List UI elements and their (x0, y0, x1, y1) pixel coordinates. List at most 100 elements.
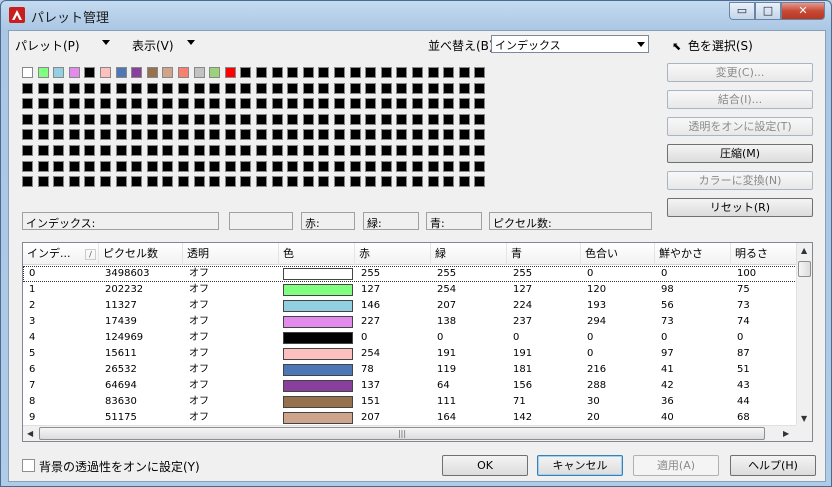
palette-swatch[interactable] (194, 114, 205, 125)
palette-swatch[interactable] (396, 67, 407, 78)
table-row[interactable]: 4 124969 オフ 0 0 0 0 0 0 (23, 330, 797, 346)
palette-swatch[interactable] (209, 98, 220, 109)
palette-swatch[interactable] (256, 161, 267, 172)
palette-swatch[interactable] (131, 145, 142, 156)
transparency-on-button[interactable]: 透明をオンに設定(T) (667, 117, 813, 136)
palette-swatch[interactable] (318, 161, 329, 172)
palette-swatch[interactable] (225, 161, 236, 172)
palette-swatch[interactable] (381, 145, 392, 156)
palette-swatch[interactable] (22, 98, 33, 109)
palette-swatch[interactable] (84, 161, 95, 172)
palette-swatch[interactable] (53, 114, 64, 125)
palette-swatch[interactable] (412, 145, 423, 156)
palette-swatch[interactable] (256, 176, 267, 187)
palette-swatch[interactable] (459, 129, 470, 140)
palette-swatch[interactable] (225, 83, 236, 94)
palette-swatch[interactable] (147, 129, 158, 140)
palette-swatch[interactable] (303, 129, 314, 140)
table-row[interactable]: 7 64694 オフ 137 64 156 288 42 43 (23, 378, 797, 394)
palette-swatch[interactable] (194, 129, 205, 140)
palette-swatch[interactable] (147, 83, 158, 94)
palette-swatch[interactable] (209, 145, 220, 156)
palette-swatch[interactable] (365, 145, 376, 156)
palette-swatch[interactable] (350, 161, 361, 172)
palette-swatch[interactable] (256, 83, 267, 94)
palette-swatch[interactable] (474, 98, 485, 109)
palette-swatch[interactable] (69, 98, 80, 109)
palette-swatch[interactable] (209, 67, 220, 78)
palette-swatch[interactable] (350, 114, 361, 125)
palette-swatch[interactable] (381, 176, 392, 187)
palette-swatch[interactable] (194, 67, 205, 78)
palette-swatch[interactable] (287, 67, 298, 78)
palette-swatch[interactable] (381, 98, 392, 109)
palette-swatch[interactable] (381, 161, 392, 172)
help-button[interactable]: ヘルプ(H) (730, 455, 816, 476)
palette-swatch[interactable] (100, 98, 111, 109)
palette-swatch[interactable] (474, 161, 485, 172)
title-bar[interactable]: パレット管理 ▭ □ ✕ (1, 1, 831, 29)
palette-swatch[interactable] (38, 67, 49, 78)
palette-swatch[interactable] (334, 114, 345, 125)
reset-button[interactable]: リセット(R) (667, 198, 813, 217)
palette-swatch[interactable] (396, 176, 407, 187)
col-header-red[interactable]: 赤 (355, 243, 431, 265)
scroll-thumb[interactable] (798, 261, 811, 277)
palette-swatch[interactable] (225, 67, 236, 78)
chevron-down-icon[interactable] (187, 40, 195, 45)
palette-swatch[interactable] (147, 98, 158, 109)
palette-swatch[interactable] (303, 114, 314, 125)
palette-swatch[interactable] (178, 67, 189, 78)
palette-swatch[interactable] (428, 129, 439, 140)
palette-swatch[interactable] (443, 67, 454, 78)
palette-swatch[interactable] (428, 67, 439, 78)
palette-swatch[interactable] (412, 114, 423, 125)
palette-swatch[interactable] (209, 161, 220, 172)
palette-swatch[interactable] (53, 98, 64, 109)
table-row[interactable]: 6 26532 オフ 78 119 181 216 41 51 (23, 362, 797, 378)
close-button[interactable]: ✕ (781, 2, 825, 20)
palette-swatch[interactable] (178, 83, 189, 94)
col-header-luminance[interactable]: 明るさ (731, 243, 797, 265)
compress-button[interactable]: 圧縮(M) (667, 144, 813, 163)
palette-swatch[interactable] (365, 129, 376, 140)
col-header-color[interactable]: 色 (279, 243, 355, 265)
palette-swatch[interactable] (131, 176, 142, 187)
palette-swatch[interactable] (350, 67, 361, 78)
palette-swatch[interactable] (474, 145, 485, 156)
palette-swatch[interactable] (225, 145, 236, 156)
palette-swatch[interactable] (69, 67, 80, 78)
palette-swatch[interactable] (100, 67, 111, 78)
palette-swatch[interactable] (459, 114, 470, 125)
bg-transparency-label[interactable]: 背景の透過性をオンに設定(Y) (39, 458, 200, 475)
ok-button[interactable]: OK (442, 455, 528, 476)
palette-swatch[interactable] (334, 67, 345, 78)
palette-swatch[interactable] (474, 67, 485, 78)
palette-swatch[interactable] (412, 83, 423, 94)
palette-swatch[interactable] (256, 114, 267, 125)
palette-swatch[interactable] (225, 98, 236, 109)
palette-swatch[interactable] (100, 161, 111, 172)
palette-swatch[interactable] (287, 83, 298, 94)
palette-swatch[interactable] (443, 161, 454, 172)
palette-swatch[interactable] (318, 83, 329, 94)
scroll-left-icon[interactable]: ◀ (27, 429, 33, 438)
palette-swatch[interactable] (38, 129, 49, 140)
palette-swatch[interactable] (178, 161, 189, 172)
palette-swatch[interactable] (428, 83, 439, 94)
palette-swatch[interactable] (131, 129, 142, 140)
palette-swatch[interactable] (256, 67, 267, 78)
palette-swatch[interactable] (178, 176, 189, 187)
scroll-right-icon[interactable]: ▶ (783, 429, 789, 438)
scroll-thumb-horizontal[interactable]: ||| (39, 427, 765, 440)
palette-swatch[interactable] (365, 176, 376, 187)
table-row[interactable]: 1 202232 オフ 127 254 127 120 98 75 (23, 282, 797, 298)
palette-swatch[interactable] (256, 145, 267, 156)
palette-swatch[interactable] (100, 114, 111, 125)
palette-swatch[interactable] (350, 129, 361, 140)
palette-swatch[interactable] (240, 161, 251, 172)
palette-swatch[interactable] (474, 114, 485, 125)
palette-swatch[interactable] (116, 161, 127, 172)
palette-swatch[interactable] (22, 145, 33, 156)
palette-swatch[interactable] (240, 98, 251, 109)
